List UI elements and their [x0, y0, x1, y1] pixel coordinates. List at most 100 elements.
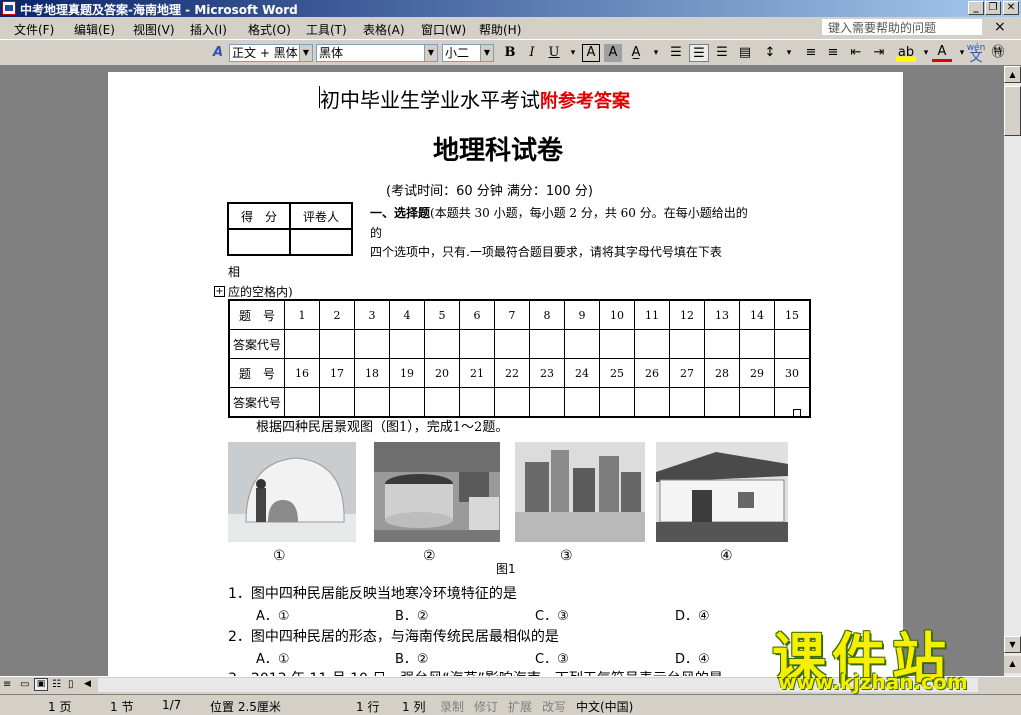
- doc-close-button[interactable]: ×: [994, 19, 1006, 35]
- status-ovr[interactable]: 改写: [542, 698, 566, 715]
- menu-help[interactable]: 帮助(H): [479, 21, 521, 38]
- status-trk[interactable]: 修订: [474, 698, 498, 715]
- chevron-down-icon[interactable]: ▼: [299, 45, 312, 61]
- chevron-down-icon[interactable]: ▼: [480, 45, 493, 61]
- answer-cell[interactable]: [459, 387, 495, 418]
- normal-view-icon[interactable]: ≡: [3, 679, 11, 690]
- line-spacing-icon[interactable]: ↕: [760, 44, 780, 62]
- dropdown-arrow-icon[interactable]: ▾: [646, 44, 666, 62]
- answer-cell[interactable]: [424, 387, 460, 418]
- answer-cell[interactable]: [564, 329, 600, 359]
- bullets-icon[interactable]: ≡: [823, 44, 843, 62]
- highlight-icon[interactable]: ab: [896, 44, 916, 62]
- dropdown-arrow-icon[interactable]: ▾: [563, 44, 583, 62]
- answer-cell[interactable]: [494, 387, 530, 418]
- print-view-icon[interactable]: ▣: [34, 678, 48, 691]
- word-app-icon[interactable]: [2, 1, 16, 15]
- table-cell: 1: [284, 299, 320, 330]
- web-view-icon[interactable]: ▭: [20, 679, 29, 690]
- align-justify-icon[interactable]: ☰: [666, 44, 686, 62]
- reading-view-icon[interactable]: ▯: [68, 679, 74, 690]
- table-cell: 17: [319, 358, 355, 388]
- char-shading-button[interactable]: A: [604, 44, 622, 62]
- vertical-scrollbar[interactable]: ▲ ▼ ▲: [1004, 66, 1021, 676]
- prev-page-icon[interactable]: ▲: [1004, 656, 1021, 673]
- answer-cell[interactable]: [634, 329, 670, 359]
- table-cell: 21: [459, 358, 495, 388]
- distributed-align-icon[interactable]: ▤: [735, 44, 755, 62]
- dropdown-arrow-icon[interactable]: ▾: [779, 44, 799, 62]
- styles-pane-icon[interactable]: A: [208, 44, 228, 62]
- answer-cell[interactable]: [739, 387, 775, 418]
- answer-cell[interactable]: [354, 387, 390, 418]
- answer-cell[interactable]: [634, 387, 670, 418]
- menu-format[interactable]: 格式(O): [248, 21, 291, 38]
- phonetic-guide-icon[interactable]: wén 文: [966, 44, 986, 65]
- italic-button[interactable]: I: [522, 44, 542, 62]
- menu-insert[interactable]: 插入(I): [190, 21, 227, 38]
- outline-view-icon[interactable]: ☷: [52, 679, 61, 690]
- table-resize-handle[interactable]: [793, 409, 801, 417]
- font-color-icon[interactable]: A: [932, 44, 952, 62]
- answer-cell[interactable]: [459, 329, 495, 359]
- table-cell: 29: [739, 358, 775, 388]
- answer-cell[interactable]: [669, 387, 705, 418]
- answer-cell[interactable]: [599, 387, 635, 418]
- answer-cell[interactable]: [284, 387, 320, 418]
- status-ext[interactable]: 扩展: [508, 698, 532, 715]
- style-combo[interactable]: 正文 + 黑体 ▼: [229, 44, 313, 62]
- menu-tools[interactable]: 工具(T): [306, 21, 347, 38]
- answer-cell[interactable]: [284, 329, 320, 359]
- decrease-indent-icon[interactable]: ⇤: [846, 44, 866, 62]
- help-search-input[interactable]: 键入需要帮助的问题: [822, 19, 982, 35]
- answer-cell[interactable]: [704, 329, 740, 359]
- table-move-handle-icon[interactable]: +: [214, 286, 225, 297]
- menu-edit[interactable]: 编辑(E): [74, 21, 115, 38]
- align-center-icon[interactable]: ☰: [689, 44, 709, 62]
- answer-cell[interactable]: [669, 329, 705, 359]
- char-border-button[interactable]: A: [582, 44, 600, 62]
- close-button[interactable]: ✕: [1003, 1, 1019, 15]
- answer-cell[interactable]: [319, 329, 355, 359]
- answer-cell[interactable]: [424, 329, 460, 359]
- chevron-down-icon[interactable]: ▼: [424, 45, 437, 61]
- answer-cell[interactable]: [599, 329, 635, 359]
- answer-cell[interactable]: [529, 329, 565, 359]
- answer-cell[interactable]: [319, 387, 355, 418]
- grader-cell[interactable]: [289, 228, 353, 256]
- scroll-left-icon[interactable]: ◀: [84, 679, 91, 689]
- answer-cell[interactable]: [354, 329, 390, 359]
- underline-button[interactable]: U: [544, 44, 564, 62]
- status-rec[interactable]: 录制: [440, 698, 464, 715]
- score-table: 得 分 评卷人: [227, 202, 353, 256]
- menu-view[interactable]: 视图(V): [133, 21, 175, 38]
- table-cell: 2: [319, 299, 355, 330]
- scroll-down-icon[interactable]: ▼: [1004, 636, 1021, 653]
- answer-cell[interactable]: [389, 387, 425, 418]
- answer-cell[interactable]: [529, 387, 565, 418]
- score-cell[interactable]: [227, 228, 291, 256]
- numbering-icon[interactable]: ≡: [801, 44, 821, 62]
- align-right-icon[interactable]: ☰: [712, 44, 732, 62]
- photo-label-4: ④: [720, 548, 733, 564]
- answer-cell[interactable]: [704, 387, 740, 418]
- size-combo[interactable]: 小二 ▼: [442, 44, 494, 62]
- menu-file[interactable]: 文件(F): [14, 21, 54, 38]
- answer-cell[interactable]: [389, 329, 425, 359]
- scroll-thumb[interactable]: [1004, 86, 1021, 136]
- char-scale-icon[interactable]: A̲: [626, 44, 646, 62]
- answer-cell[interactable]: [739, 329, 775, 359]
- font-combo[interactable]: 黑体 ▼: [316, 44, 438, 62]
- document-page[interactable]: 初中毕业生学业水平考试附参考答案 地理科试卷 (考试时间：60 分钟 满分：10…: [108, 72, 903, 676]
- answer-cell[interactable]: [494, 329, 530, 359]
- minimize-button[interactable]: _: [968, 1, 984, 15]
- menu-table[interactable]: 表格(A): [363, 21, 405, 38]
- answer-cell[interactable]: [564, 387, 600, 418]
- bold-button[interactable]: B: [500, 44, 520, 62]
- increase-indent-icon[interactable]: ⇥: [869, 44, 889, 62]
- menu-window[interactable]: 窗口(W): [421, 21, 466, 38]
- restore-button[interactable]: ❐: [985, 1, 1001, 15]
- enclose-char-icon[interactable]: ㊕: [988, 44, 1008, 62]
- scroll-up-icon[interactable]: ▲: [1004, 66, 1021, 83]
- answer-cell[interactable]: [774, 329, 811, 359]
